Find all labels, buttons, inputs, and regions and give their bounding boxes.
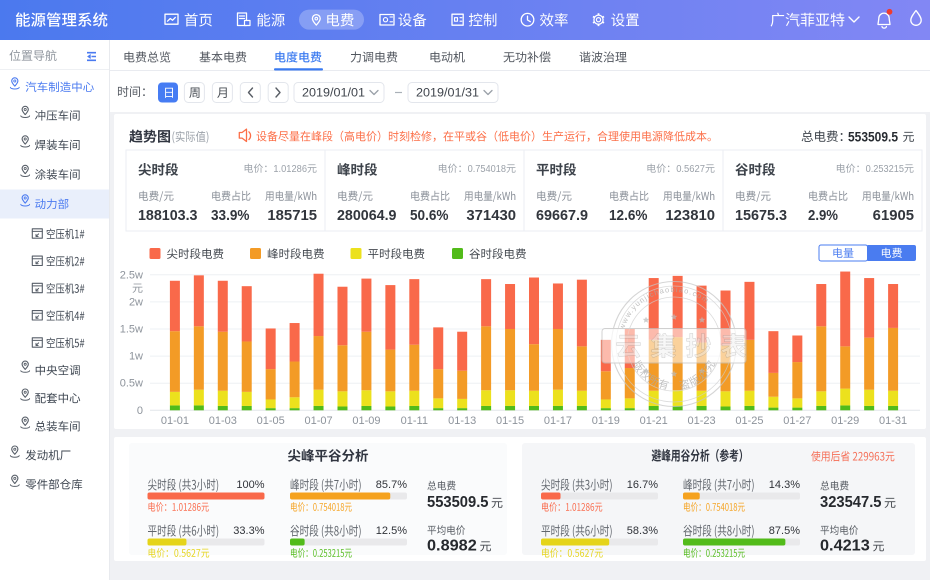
svg-text:2.9%: 2.9% [808, 208, 838, 224]
svg-text:01-15: 01-15 [496, 415, 524, 427]
svg-text:01-01: 01-01 [161, 415, 189, 427]
svg-text:01-07: 01-07 [304, 415, 332, 427]
svg-text:2019/01/31: 2019/01/31 [416, 88, 479, 100]
svg-text:280064.9: 280064.9 [337, 208, 397, 224]
svg-text:69667.9: 69667.9 [536, 208, 588, 224]
svg-text:58.3%: 58.3% [627, 525, 658, 537]
svg-text:01-31: 01-31 [879, 415, 907, 427]
svg-text:01-21: 01-21 [640, 415, 668, 427]
svg-text:15675.3: 15675.3 [735, 208, 787, 224]
svg-text:0: 0 [137, 405, 143, 417]
svg-text:323547.5: 323547.5 [820, 494, 882, 511]
svg-text:185715: 185715 [267, 208, 317, 224]
svg-text:01-13: 01-13 [448, 415, 476, 427]
svg-text:0.5627: 0.5627 [676, 164, 705, 175]
svg-text:50.6%: 50.6% [410, 208, 449, 224]
svg-text:85.7%: 85.7% [376, 479, 407, 491]
svg-text:01-17: 01-17 [544, 415, 572, 427]
svg-text:1.5w: 1.5w [120, 324, 143, 336]
svg-text:371430: 371430 [466, 208, 516, 224]
svg-text:553509.5: 553509.5 [427, 494, 489, 511]
svg-text:01-23: 01-23 [688, 415, 716, 427]
svg-text:33.3%: 33.3% [233, 525, 264, 537]
svg-text:16.7%: 16.7% [627, 479, 658, 491]
svg-text:01-11: 01-11 [401, 415, 428, 427]
svg-text:01-05: 01-05 [257, 415, 285, 427]
svg-text:01-25: 01-25 [735, 415, 763, 427]
svg-text:123810: 123810 [665, 208, 715, 224]
svg-text:14.3%: 14.3% [769, 479, 800, 491]
svg-text:188103.3: 188103.3 [138, 208, 198, 224]
svg-text:2.5w: 2.5w [120, 269, 143, 281]
svg-text:01-29: 01-29 [831, 415, 859, 427]
svg-text:12.6%: 12.6% [609, 208, 648, 224]
svg-text:61905: 61905 [873, 208, 914, 224]
svg-text:01-19: 01-19 [592, 415, 620, 427]
svg-text:0.253215: 0.253215 [866, 164, 905, 175]
svg-text:553509.5: 553509.5 [848, 129, 898, 145]
svg-text:2019/01/01: 2019/01/01 [302, 88, 365, 100]
svg-text:2w: 2w [129, 296, 143, 308]
svg-text:0.8982: 0.8982 [427, 538, 477, 555]
svg-text:0.754018: 0.754018 [468, 164, 507, 175]
svg-text:0.4213: 0.4213 [820, 538, 870, 555]
svg-text:01-27: 01-27 [783, 415, 811, 427]
svg-text:12.5%: 12.5% [376, 525, 407, 537]
svg-text:1.01286: 1.01286 [273, 164, 307, 175]
svg-text:0.5w: 0.5w [120, 378, 143, 390]
svg-text:01-09: 01-09 [352, 415, 380, 427]
svg-text:87.5%: 87.5% [769, 525, 800, 537]
svg-text:100%: 100% [236, 479, 264, 491]
svg-text:01-03: 01-03 [209, 415, 237, 427]
svg-text:1w: 1w [129, 351, 143, 363]
svg-text:33.9%: 33.9% [211, 208, 250, 224]
